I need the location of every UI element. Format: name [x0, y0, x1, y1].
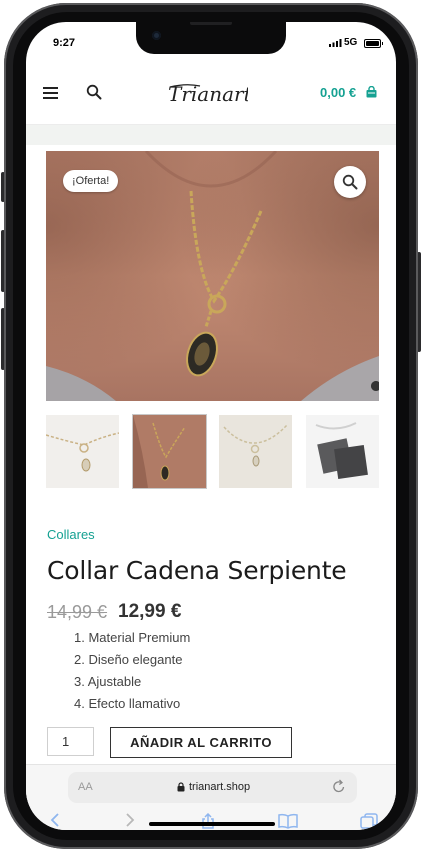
tabs-icon[interactable] [360, 813, 378, 829]
zoom-icon [342, 174, 358, 190]
feature-text: Efecto llamativo [88, 696, 181, 711]
network-label: 5G [344, 37, 358, 48]
status-time: 9:27 [53, 37, 76, 49]
site-header: Trianart 0,00 € [26, 66, 396, 125]
site-logo[interactable]: Trianart [166, 80, 248, 110]
feature-item: 4. Efecto llamativo [74, 696, 181, 711]
sale-price: 12,99 € [118, 601, 182, 622]
quantity-input[interactable]: 1 [47, 727, 94, 756]
product-thumbnail-4[interactable] [306, 415, 379, 488]
add-to-cart-button[interactable]: AÑADIR AL CARRITO [110, 727, 292, 758]
lock-icon [177, 782, 185, 792]
feature-text: Ajustable [87, 674, 142, 689]
feature-list: 1. Material Premium 2. Diseño elegante 3… [74, 630, 190, 718]
feature-text: Material Premium [88, 630, 191, 645]
product-title: Collar Cadena Serpiente [47, 556, 347, 585]
signal-icon [329, 39, 342, 47]
feature-text: Diseño elegante [88, 652, 183, 667]
product-thumbnail-2[interactable] [132, 414, 207, 489]
search-icon[interactable] [86, 84, 102, 100]
screen: 9:27 5G Trianart 0,00 € ¡Oferta! Collare… [26, 22, 396, 830]
bookmarks-icon[interactable] [278, 813, 298, 829]
old-price: 14,99 € [47, 602, 108, 622]
feature-item: 3. Ajustable [74, 674, 142, 689]
header-spacer [26, 125, 396, 145]
phone-mockup: 9:27 5G Trianart 0,00 € ¡Oferta! Collare… [0, 0, 422, 852]
feature-item: 2. Diseño elegante [74, 652, 183, 667]
zoom-button[interactable] [334, 166, 366, 198]
sale-badge: ¡Oferta! [63, 170, 119, 192]
battery-icon [364, 39, 383, 48]
speaker-grille [190, 22, 232, 25]
cart-bag-icon[interactable] [366, 86, 377, 98]
feature-item: 1. Material Premium [74, 630, 191, 645]
url-text: trianart.shop [189, 781, 251, 793]
forward-icon[interactable] [125, 813, 135, 827]
product-category-link[interactable]: Collares [47, 527, 95, 542]
reload-icon[interactable] [332, 779, 346, 794]
product-thumbnail-1[interactable] [46, 415, 119, 488]
cart-total[interactable]: 0,00 € [320, 85, 356, 100]
notch [136, 22, 286, 54]
text-size-button[interactable]: AA [78, 781, 93, 793]
address-bar[interactable]: AA trianart.shop [68, 772, 357, 803]
browser-toolbar: AA trianart.shop [26, 764, 396, 830]
front-camera [152, 31, 161, 40]
home-indicator [149, 822, 275, 826]
menu-icon[interactable] [43, 87, 58, 99]
share-icon[interactable] [200, 813, 216, 829]
back-icon[interactable] [50, 813, 60, 827]
product-thumbnail-3[interactable] [219, 415, 292, 488]
